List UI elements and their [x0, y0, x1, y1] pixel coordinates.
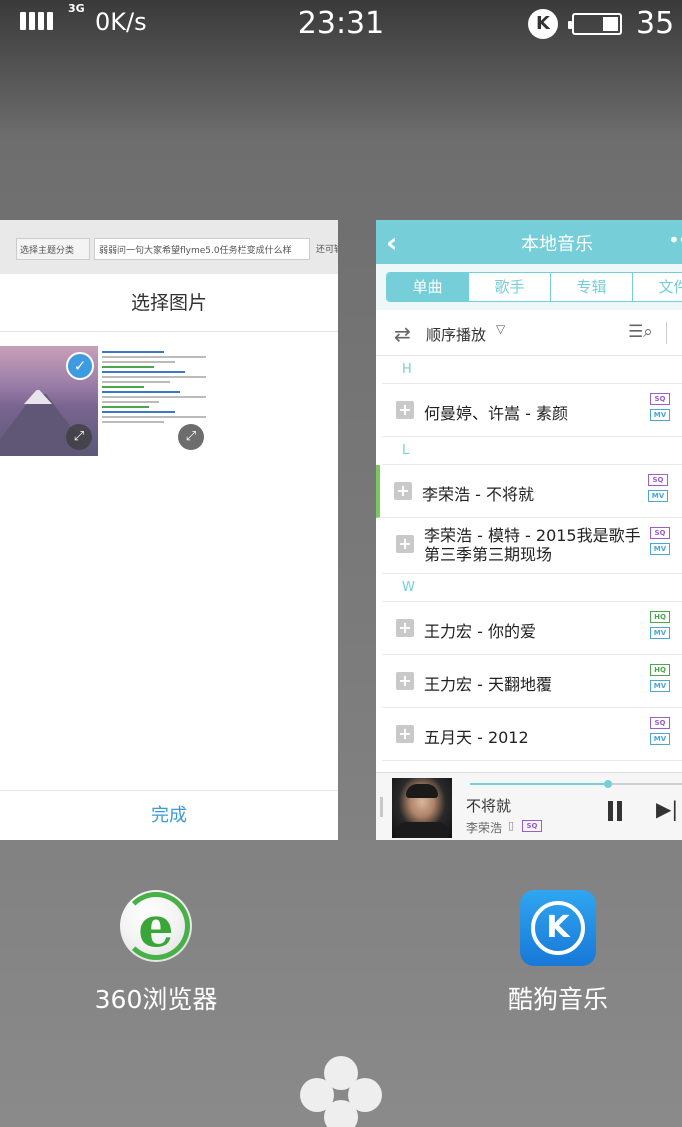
- kugou-notification-icon: K: [528, 9, 558, 39]
- song-row[interactable]: + 五月天 - 2012 SQ MV: [382, 708, 682, 761]
- music-page-title: 本地音乐: [521, 234, 593, 255]
- add-icon[interactable]: +: [396, 535, 414, 553]
- clear-all-button[interactable]: [300, 1056, 382, 1127]
- now-playing-artist: 李荣浩: [466, 821, 503, 835]
- song-title: 五月天 - 2012: [424, 728, 529, 747]
- quality-tags: SQ MV: [650, 393, 672, 425]
- done-button[interactable]: 完成: [0, 790, 338, 840]
- mv-tag: MV: [650, 409, 670, 421]
- select-image-dialog: 选择图片 ✓ ⤢ ⤢ 完成: [0, 274, 338, 840]
- browser-page-background: 选择主题分类 弱弱问一句大家希望flyme5.0任务栏变成什么样 还可输: [0, 220, 338, 276]
- song-row[interactable]: + 王力宏 - 你的爱 HQ MV: [382, 602, 682, 655]
- mv-tag: MV: [650, 733, 670, 745]
- divider: [666, 322, 667, 344]
- now-playing-title: 不将就: [466, 797, 512, 815]
- add-icon[interactable]: +: [396, 672, 414, 690]
- expand-icon[interactable]: ⤢: [66, 424, 92, 450]
- recent-card-360-browser[interactable]: 选择主题分类 弱弱问一句大家希望flyme5.0任务栏变成什么样 还可输 选择图…: [0, 220, 338, 840]
- song-title: 王力宏 - 你的爱: [424, 622, 536, 641]
- tab-3[interactable]: 文件: [633, 273, 682, 301]
- mv-tag: MV: [650, 627, 670, 639]
- check-icon[interactable]: ✓: [66, 352, 94, 380]
- image-thumbnails: ✓ ⤢ ⤢: [0, 346, 338, 456]
- play-order-icon[interactable]: ⇄: [394, 322, 411, 346]
- quality-tags: HQ MV: [650, 611, 672, 643]
- battery-icon: [568, 13, 622, 35]
- image-thumbnail-screenshot[interactable]: ⤢: [98, 346, 210, 456]
- album-cover[interactable]: [392, 778, 452, 838]
- battery-percent: 35: [636, 6, 675, 41]
- play-order-bar: ⇄ 顺序播放 ▽ ☰⌕: [376, 310, 682, 356]
- char-count-hint: 还可输: [316, 245, 338, 255]
- tab-1[interactable]: 歌手: [469, 273, 551, 301]
- mv-tag: MV: [650, 543, 670, 555]
- song-row[interactable]: + 王力宏 - 天翻地覆 HQ MV: [382, 655, 682, 708]
- section-header: L: [382, 437, 682, 465]
- quality-tags: SQ MV: [650, 527, 672, 559]
- add-icon[interactable]: +: [394, 482, 412, 500]
- progress-knob[interactable]: [603, 780, 612, 788]
- music-tabs-bar: 单曲歌手专辑文件: [376, 264, 682, 310]
- song-row[interactable]: + 李荣浩 - 模特 - 2015我是歌手第三季第三期现场 SQ MV: [382, 518, 682, 574]
- add-icon[interactable]: +: [396, 725, 414, 743]
- section-header: W: [382, 574, 682, 602]
- hq-tag: HQ: [650, 664, 670, 676]
- sq-tag: SQ: [650, 393, 670, 405]
- more-icon[interactable]: ••: [668, 228, 682, 252]
- song-title: 王力宏 - 天翻地覆: [424, 675, 552, 694]
- chevron-down-icon[interactable]: ▽: [496, 322, 505, 336]
- dialog-title: 选择图片: [0, 274, 338, 332]
- image-thumbnail-mountain[interactable]: ✓ ⤢: [0, 346, 98, 456]
- next-track-icon[interactable]: ▶|: [656, 797, 678, 821]
- hq-tag: HQ: [650, 611, 670, 623]
- quality-tags: HQ MV: [650, 664, 672, 696]
- quality-tags: SQ MV: [650, 717, 672, 749]
- mv-tag: MV: [650, 680, 670, 692]
- add-icon[interactable]: +: [396, 401, 414, 419]
- recent-card-kugou-music[interactable]: ‹ 本地音乐 •• 单曲歌手专辑文件 ⇄ 顺序播放 ▽ ☰⌕ H + 何曼婷、许嵩 …: [376, 220, 682, 840]
- sq-tag: SQ: [648, 474, 668, 486]
- pause-icon[interactable]: [608, 801, 622, 821]
- search-list-icon[interactable]: ☰⌕: [628, 322, 653, 342]
- section-header: H: [382, 356, 682, 384]
- app-name-360-browser: 360浏览器: [94, 985, 218, 1014]
- song-title: 李荣浩 - 不将就: [422, 485, 534, 504]
- quality-tags: SQ MV: [648, 474, 670, 506]
- song-list: H + 何曼婷、许嵩 - 素颜 SQ MV L + 李荣浩 - 不将就 SQ MV + 李荣浩 - 模…: [376, 356, 682, 761]
- sq-tag: SQ: [650, 717, 670, 729]
- expand-icon[interactable]: ⤢: [178, 424, 204, 450]
- drag-handle[interactable]: [380, 797, 383, 817]
- kugou-app-icon[interactable]: K: [520, 890, 596, 966]
- status-bar: 3G 0K/s 23:31 K 35: [0, 0, 682, 52]
- music-header: ‹ 本地音乐 ••: [376, 220, 682, 264]
- app-name-kugou: 酷狗音乐: [507, 985, 608, 1014]
- play-order-label[interactable]: 顺序播放: [426, 324, 486, 345]
- sq-tag: SQ: [650, 527, 670, 539]
- title-input: 弱弱问一句大家希望flyme5.0任务栏变成什么样: [94, 238, 310, 260]
- quality-tag: SQ: [522, 820, 542, 832]
- song-row[interactable]: + 何曼婷、许嵩 - 素颜 SQ MV: [382, 384, 682, 437]
- song-title: 李荣浩 - 模特 - 2015我是歌手第三季第三期现场: [424, 526, 641, 564]
- mv-tag: MV: [648, 490, 668, 502]
- song-title: 何曼婷、许嵩 - 素颜: [424, 404, 568, 423]
- add-icon[interactable]: +: [396, 619, 414, 637]
- mini-player[interactable]: 不将就 李荣浩 ▯ SQ ▶|: [376, 772, 682, 840]
- phone-icon: ▯: [508, 819, 515, 832]
- tab-0[interactable]: 单曲: [387, 273, 469, 301]
- tab-2[interactable]: 专辑: [551, 273, 633, 301]
- 360-browser-app-icon[interactable]: e: [120, 890, 192, 962]
- song-row[interactable]: + 李荣浩 - 不将就 SQ MV: [376, 465, 682, 518]
- category-select: 选择主题分类: [16, 238, 90, 260]
- playback-progress-bar[interactable]: [470, 780, 682, 788]
